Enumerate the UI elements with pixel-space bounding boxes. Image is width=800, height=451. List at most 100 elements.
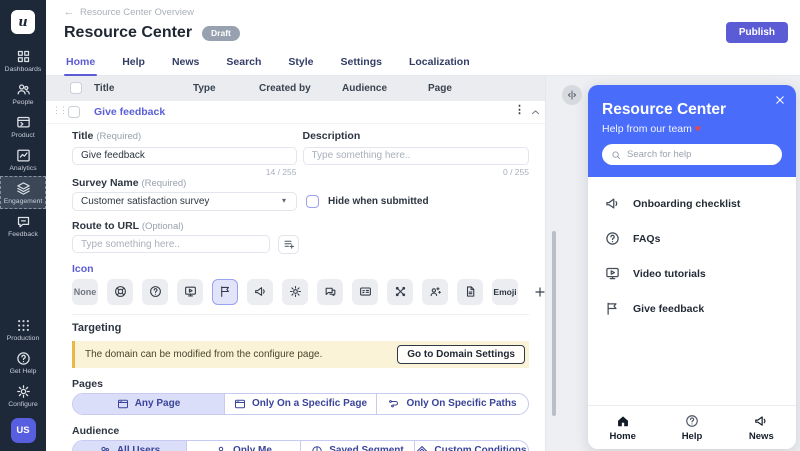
pages-option-any-page[interactable]: Any Page: [73, 394, 224, 414]
top-bar: ← Resource Center Overview Resource Cent…: [46, 0, 800, 48]
description-field-label: Description: [303, 130, 530, 142]
vertical-scrollbar[interactable]: [552, 231, 556, 416]
icon-option-megaphone[interactable]: [247, 279, 273, 305]
icon-option-lifebuoy[interactable]: [107, 279, 133, 305]
sidebar: u Dashboards People Product Analytics En…: [0, 0, 46, 451]
column-page: Page: [428, 83, 452, 94]
sidebar-item-production[interactable]: Production: [0, 313, 46, 346]
tab-home[interactable]: Home: [66, 48, 95, 75]
sidebar-item-label: Analytics: [9, 165, 36, 172]
audience-option-all-users[interactable]: All Users: [73, 441, 186, 451]
icon-option-chats[interactable]: [317, 279, 343, 305]
panel-resize-handle[interactable]: [562, 85, 582, 105]
page-title: Resource Center: [64, 24, 192, 42]
route-url-input[interactable]: [72, 235, 270, 253]
preview-nav-news[interactable]: News: [727, 406, 796, 449]
items-form-pane: Title Type Created by Audience Page ⋮⋮ G…: [46, 76, 546, 451]
sidebar-item-product[interactable]: Product: [0, 110, 46, 143]
analytics-icon: [16, 148, 31, 163]
app-logo[interactable]: u: [11, 10, 35, 34]
icon-option-video[interactable]: [177, 279, 203, 305]
section-divider: [72, 314, 529, 315]
resource-center-preview: Resource Center Help from our team ♥ Onb…: [588, 85, 796, 449]
sidebar-item-configure[interactable]: Configure: [0, 379, 46, 412]
route-add-button[interactable]: [278, 235, 299, 254]
preview-item-faqs[interactable]: FAQs: [588, 221, 796, 256]
sidebar-item-label: Feedback: [8, 231, 38, 238]
lifebuoy-icon: [114, 285, 127, 298]
icon-option-flag[interactable]: [212, 279, 238, 305]
table-header: Title Type Created by Audience Page: [46, 76, 545, 101]
icon-picker-label: Icon: [72, 263, 529, 275]
tab-settings[interactable]: Settings: [341, 48, 382, 75]
go-to-domain-settings-button[interactable]: Go to Domain Settings: [397, 345, 525, 364]
row-checkbox[interactable]: [68, 106, 80, 118]
sidebar-item-dashboards[interactable]: Dashboards: [0, 44, 46, 77]
survey-name-label: Survey Name (Required): [72, 177, 529, 189]
path-icon: [388, 398, 400, 410]
plus-icon: [533, 285, 546, 299]
icon-option-question[interactable]: [142, 279, 168, 305]
tab-style[interactable]: Style: [288, 48, 313, 75]
publish-button[interactable]: Publish: [726, 22, 788, 43]
sidebar-item-engagement[interactable]: Engagement: [0, 176, 46, 209]
preview-item-video-tutorials[interactable]: Video tutorials: [588, 256, 796, 291]
preview-search[interactable]: [602, 144, 782, 165]
chevron-up-icon[interactable]: [530, 107, 541, 118]
audience-option-saved-segment[interactable]: Saved Segment: [300, 441, 414, 451]
question-circle-icon: [149, 285, 162, 298]
description-input[interactable]: [303, 147, 530, 165]
list-add-icon: [283, 238, 295, 250]
preview-item-list: Onboarding checklist FAQs Video tutorial…: [588, 177, 796, 335]
sidebar-item-feedback[interactable]: Feedback: [0, 209, 46, 242]
row-title-link[interactable]: Give feedback: [94, 106, 165, 118]
preview-search-input[interactable]: [627, 149, 773, 160]
sidebar-item-analytics[interactable]: Analytics: [0, 143, 46, 176]
audience-option-only-me[interactable]: Only Me: [186, 441, 300, 451]
hide-when-submitted-checkbox[interactable]: [306, 195, 319, 208]
title-input[interactable]: [72, 147, 297, 165]
title-char-counter: 14 / 255: [72, 167, 297, 177]
audience-option-custom-conditions[interactable]: Custom Conditions: [414, 441, 528, 451]
tab-help[interactable]: Help: [122, 48, 145, 75]
pages-option-specific-paths[interactable]: Only On Specific Paths: [376, 394, 528, 414]
breadcrumb[interactable]: ← Resource Center Overview: [64, 7, 194, 18]
audience-label: Audience: [72, 425, 529, 437]
tab-localization[interactable]: Localization: [409, 48, 470, 75]
icon-option-people[interactable]: [422, 279, 448, 305]
get-help-icon: [16, 351, 31, 366]
sidebar-item-label: People: [12, 99, 33, 106]
preview-item-give-feedback[interactable]: Give feedback: [588, 291, 796, 326]
sidebar-item-label: Dashboards: [5, 66, 42, 73]
breadcrumb-label: Resource Center Overview: [80, 7, 194, 18]
drag-handle-icon[interactable]: ⋮⋮: [52, 106, 66, 115]
row-menu-icon[interactable]: ⋮: [514, 105, 525, 116]
preview-item-onboarding[interactable]: Onboarding checklist: [588, 186, 796, 221]
tab-search[interactable]: Search: [226, 48, 261, 75]
close-icon[interactable]: [774, 94, 786, 106]
sidebar-item-get-help[interactable]: Get Help: [0, 346, 46, 379]
user-avatar[interactable]: US: [11, 418, 36, 443]
pages-option-specific-page[interactable]: Only On a Specific Page: [224, 394, 376, 414]
flag-icon: [219, 285, 232, 298]
preview-nav-home[interactable]: Home: [588, 406, 657, 449]
sidebar-item-people[interactable]: People: [0, 77, 46, 110]
preview-nav-help[interactable]: Help: [657, 406, 726, 449]
icon-option-xbox[interactable]: [387, 279, 413, 305]
icon-option-idcard[interactable]: [352, 279, 378, 305]
icon-option-add[interactable]: [527, 279, 546, 305]
pages-segmented-control: Any Page Only On a Specific Page Only On…: [72, 393, 529, 415]
icon-option-gear[interactable]: [282, 279, 308, 305]
select-all-checkbox[interactable]: [70, 82, 82, 94]
diamond-icon: [416, 445, 428, 451]
icon-option-emoji[interactable]: Emoji: [492, 279, 518, 305]
tab-news[interactable]: News: [172, 48, 199, 75]
icon-option-document[interactable]: [457, 279, 483, 305]
icon-option-none[interactable]: None: [72, 279, 98, 305]
feedback-icon: [16, 214, 31, 229]
megaphone-icon: [254, 285, 267, 298]
survey-select[interactable]: Customer satisfaction survey ▾: [72, 192, 297, 211]
column-audience: Audience: [342, 83, 387, 94]
app: u Dashboards People Product Analytics En…: [0, 0, 800, 451]
dashboards-icon: [16, 49, 31, 64]
